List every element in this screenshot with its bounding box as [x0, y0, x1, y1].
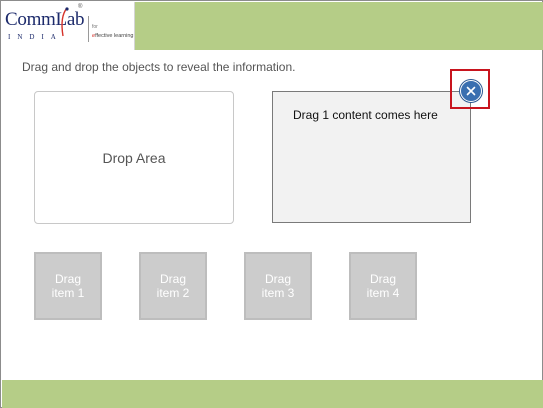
drag-item-label-line1: Drag: [159, 272, 186, 286]
logo-registered-mark: ®: [78, 4, 83, 10]
logo: CommLab ® INDIA for effective learning: [2, 2, 135, 50]
logo-tagline: effective learning: [92, 33, 134, 39]
drag-item-label-line1: Drag: [264, 272, 291, 286]
close-icon: [466, 86, 476, 96]
footer-bar: [2, 380, 543, 408]
drag-item-label: Drag item 3: [262, 272, 295, 300]
drag-item-3[interactable]: Drag item 3: [244, 252, 312, 320]
logo-for-text: for: [92, 24, 98, 30]
drag-item-label-line2: item 3: [261, 286, 295, 300]
close-button[interactable]: [460, 80, 482, 102]
drag-item-4[interactable]: Drag item 4: [349, 252, 417, 320]
content-panel-text: Drag 1 content comes here: [293, 108, 438, 122]
app-frame: CommLab ® INDIA for effective learning D…: [0, 0, 543, 408]
drag-item-label-line2: item 4: [366, 286, 400, 300]
content-panel: Drag 1 content comes here: [272, 91, 471, 223]
drag-item-label: Drag item 1: [52, 272, 85, 300]
drag-item-2[interactable]: Drag item 2: [139, 252, 207, 320]
logo-divider: [88, 16, 89, 42]
drag-item-label-line1: Drag: [369, 272, 396, 286]
drag-item-label: Drag item 2: [157, 272, 190, 300]
drag-item-label-line1: Drag: [54, 272, 81, 286]
drag-item-label: Drag item 4: [367, 272, 400, 300]
logo-sub-text: INDIA: [8, 33, 63, 41]
logo-tagline-rest: ffective learning: [95, 33, 134, 39]
drag-item-1[interactable]: Drag item 1: [34, 252, 102, 320]
drop-area-label: Drop Area: [102, 149, 166, 166]
logo-main-text: CommLab: [5, 9, 85, 30]
drag-item-label-line2: item 2: [156, 286, 190, 300]
instruction-text: Drag and drop the objects to reveal the …: [22, 60, 296, 74]
drag-item-label-line2: item 1: [51, 286, 85, 300]
drop-area[interactable]: Drop Area: [34, 91, 234, 224]
